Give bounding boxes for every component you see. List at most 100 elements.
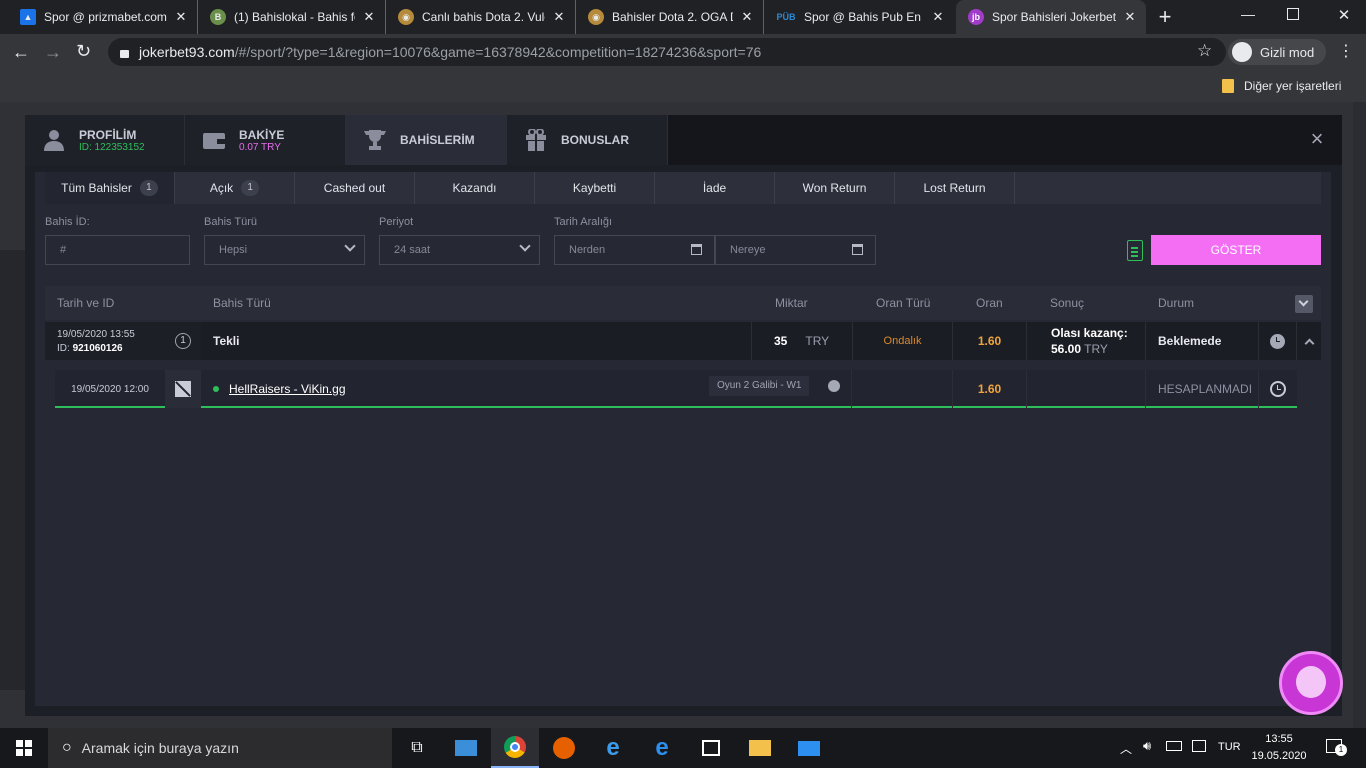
clipboard-icon[interactable] (1127, 240, 1143, 261)
subtab-refund[interactable]: İade (655, 172, 775, 204)
browser-tab-bahisler-dota[interactable]: ◉ Bahisler Dota 2. OGA D ✕ (576, 0, 764, 34)
bets-table-header: Tarih ve ID Bahis Türü Miktar Oran Türü … (45, 286, 1321, 320)
chevron-down-icon (344, 240, 356, 252)
reload-icon[interactable]: ↻ (76, 40, 98, 62)
bet-row[interactable]: 19/05/2020 13:55 ID: 921060126 1 Tekli 3… (45, 322, 1321, 360)
browser-tab-canli-bahis[interactable]: ◉ Canlı bahis Dota 2. Vulc ✕ (386, 0, 576, 34)
close-tab-icon[interactable]: ✕ (173, 9, 189, 25)
tab-bonuses[interactable]: BONUSLAR (507, 115, 668, 165)
chrome-taskbar-icon[interactable] (491, 728, 539, 768)
incognito-chip[interactable]: Gizli mod (1228, 39, 1326, 65)
subtab-label: İade (702, 181, 727, 195)
store-taskbar-icon[interactable] (687, 728, 735, 768)
bet-type-select[interactable]: Hepsi (204, 235, 365, 265)
collapse-bet-button[interactable] (1297, 322, 1321, 360)
tray-chevron-up-icon[interactable]: ︿ (1120, 740, 1132, 757)
bahislokal-favicon-icon: B (210, 9, 226, 25)
close-tab-icon[interactable]: ✕ (551, 9, 567, 25)
bet-id-input[interactable]: # (45, 235, 190, 265)
subtab-label: Tüm Bahisler (61, 181, 132, 195)
tab-balance[interactable]: BAKİYE 0.07 TRY (185, 115, 346, 165)
browser-tab-bahislokal[interactable]: B (1) Bahislokal - Bahis fo ✕ (198, 0, 386, 34)
bet-currency: TRY (805, 334, 830, 348)
other-bookmarks[interactable]: Diğer yer işaretleri (1222, 75, 1341, 97)
selection-result-cell (1027, 370, 1146, 408)
forward-icon[interactable]: → (44, 42, 64, 62)
calendar-icon[interactable] (852, 244, 863, 255)
support-chat-button[interactable] (1279, 651, 1343, 715)
close-tab-icon[interactable]: ✕ (361, 9, 377, 25)
period-select[interactable]: 24 saat (379, 235, 540, 265)
bet-type: Tekli (201, 322, 752, 360)
file-explorer-icon[interactable] (736, 728, 784, 768)
browser-tab-title: Canlı bahis Dota 2. Vulc (422, 10, 545, 24)
subtab-cashed-out[interactable]: Cashed out (295, 172, 415, 204)
selection-odds-type-cell (852, 370, 953, 408)
close-tab-icon[interactable]: ✕ (1122, 9, 1138, 25)
wallet-icon (199, 128, 229, 152)
close-window-icon[interactable]: ✕ (1334, 6, 1354, 26)
possible-win-label: Olası kazanç: (1051, 326, 1128, 340)
taskbar-search-box[interactable]: ○ Aramak için buraya yazın (48, 728, 392, 768)
profile-id: ID: 122353152 (79, 141, 145, 153)
date-range-label: Tarih Aralığı (554, 216, 613, 228)
show-button[interactable]: GÖSTER (1151, 235, 1321, 265)
chevron-down-icon (519, 240, 531, 252)
bookmark-star-icon[interactable]: ☆ (1197, 41, 1217, 61)
tab-profile[interactable]: PROFİLİM ID: 122353152 (25, 115, 185, 165)
maximize-icon[interactable] (1287, 8, 1299, 20)
volume-icon[interactable]: 🔊︎ (1143, 738, 1151, 754)
mail-taskbar-icon[interactable] (785, 728, 833, 768)
other-bookmarks-label: Diğer yer işaretleri (1244, 79, 1342, 93)
balance-amount: 0.07 TRY (239, 141, 281, 153)
network-icon[interactable] (1192, 740, 1206, 752)
minimize-icon[interactable]: — (1238, 6, 1258, 26)
browser-menu-icon[interactable]: ⋮ (1336, 42, 1356, 62)
ie-taskbar-icon[interactable]: e (589, 728, 637, 768)
calendar-icon[interactable] (691, 244, 702, 255)
date-from-input[interactable]: Nerden (554, 235, 715, 265)
task-view-icon[interactable]: ⧉ (393, 728, 441, 768)
close-tab-icon[interactable]: ✕ (930, 9, 946, 25)
clock-icon (1270, 333, 1285, 349)
notifications-icon[interactable]: 1 (1326, 739, 1347, 756)
match-link[interactable]: HellRaisers - ViKin.gg (229, 382, 346, 396)
subtab-all-bets[interactable]: Tüm Bahisler 1 (45, 172, 175, 204)
incognito-label: Gizli mod (1260, 44, 1315, 60)
close-modal-button[interactable]: × (1305, 127, 1329, 151)
page-scrollbar[interactable] (1353, 102, 1366, 728)
user-icon (39, 128, 69, 152)
control-panel-icon[interactable] (442, 728, 490, 768)
new-tab-button[interactable]: + (1152, 4, 1178, 30)
count-badge: 1 (241, 180, 260, 196)
browser-tab-jokerbet[interactable]: jb Spor Bahisleri Jokerbet ✕ (956, 0, 1146, 34)
close-tab-icon[interactable]: ✕ (739, 9, 755, 25)
subtab-lost[interactable]: Kaybetti (535, 172, 655, 204)
address-bar[interactable]: jokerbet93.com/#/sport/?type=1&region=10… (108, 38, 1226, 66)
subtab-label: Won Return (802, 181, 867, 195)
subtab-won[interactable]: Kazandı (415, 172, 535, 204)
taskbar-clock[interactable]: 13:55 19.05.2020 (1246, 731, 1312, 765)
edge-taskbar-icon[interactable]: e (638, 728, 686, 768)
browser-tab-bahispub[interactable]: PÜB Spor @ Bahis Pub En Yü ✕ (764, 0, 954, 34)
back-icon[interactable]: ← (12, 42, 32, 62)
tab-profile-title: PROFİLİM (79, 127, 137, 142)
collapse-all-button[interactable] (1295, 295, 1313, 313)
battery-icon[interactable] (1166, 741, 1182, 751)
firefox-taskbar-icon[interactable] (540, 728, 588, 768)
subtab-open[interactable]: Açık 1 (175, 172, 295, 204)
header-status: Durum (1158, 296, 1195, 310)
tab-my-bets[interactable]: BAHİSLERİM (346, 115, 507, 165)
possible-win-currency: TRY (1084, 342, 1108, 356)
date-from-placeholder: Nerden (569, 244, 606, 256)
browser-tab-prizmabet[interactable]: ▲ Spor @ prizmabet.com ✕ (8, 0, 198, 34)
subtab-lost-return[interactable]: Lost Return (895, 172, 1015, 204)
language-indicator[interactable]: TUR (1218, 741, 1241, 753)
start-button[interactable] (0, 728, 48, 768)
subtab-won-return[interactable]: Won Return (775, 172, 895, 204)
clock-icon (1270, 381, 1286, 397)
date-to-input[interactable]: Nereye (715, 235, 876, 265)
browser-tab-title: (1) Bahislokal - Bahis fo (234, 10, 355, 24)
period-value: 24 saat (394, 244, 431, 256)
selection-odds: 1.60 (953, 370, 1027, 408)
